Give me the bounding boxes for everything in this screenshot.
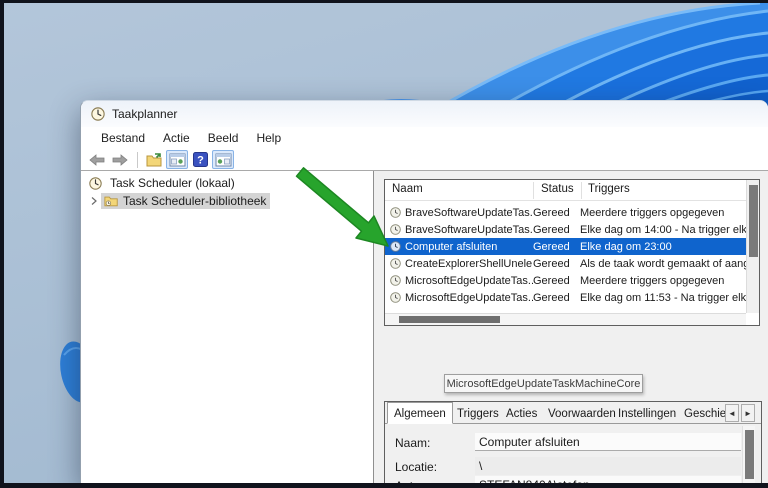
tab-scroll-right-button[interactable]: ► (741, 404, 755, 422)
window-title: Taakplanner (112, 107, 177, 121)
tab-triggers[interactable]: Triggers (451, 405, 505, 424)
back-button[interactable] (86, 150, 108, 169)
menu-beeld[interactable]: Beeld (199, 128, 248, 148)
action-pane-window-icon (215, 153, 232, 167)
toolbar: ? (81, 149, 768, 171)
clock-icon (390, 224, 401, 235)
tab-scroll-left-button[interactable]: ◄ (725, 404, 739, 422)
scrollbar-thumb[interactable] (745, 430, 754, 479)
naam-label: Naam: (395, 436, 430, 450)
column-separator[interactable] (581, 182, 582, 199)
tree-item-label: Task Scheduler-bibliotheek (123, 194, 266, 208)
menu-help[interactable]: Help (247, 128, 290, 148)
task-list-vertical-scrollbar[interactable] (746, 180, 759, 313)
clock-icon (390, 292, 401, 303)
clock-icon (390, 207, 401, 218)
clock-icon (390, 275, 401, 286)
console-content: Task Scheduler (lokaal) Task (81, 171, 768, 483)
menu-actie[interactable]: Actie (154, 128, 199, 148)
column-header-naam[interactable]: Naam (392, 183, 423, 195)
scrollbar-thumb[interactable] (399, 316, 500, 323)
task-row[interactable]: MicrosoftEdgeUpdateTas... Gereed Meerder… (385, 272, 746, 289)
export-button[interactable] (143, 150, 165, 169)
task-row[interactable]: BraveSoftwareUpdateTas... Gereed Meerder… (385, 204, 746, 221)
tab-instellingen[interactable]: Instellingen (612, 405, 682, 424)
show-action-pane-button[interactable] (212, 150, 234, 169)
console-tree-pane: Task Scheduler (lokaal) Task (81, 171, 374, 483)
tree-item-label: Task Scheduler (lokaal) (107, 176, 238, 190)
tree-item-task-scheduler-local[interactable]: Task Scheduler (lokaal) (81, 174, 373, 192)
task-row[interactable]: BraveSoftwareUpdateTas... Gereed Elke da… (385, 221, 746, 238)
forward-button[interactable] (109, 150, 131, 169)
column-header-status[interactable]: Status (541, 183, 574, 195)
folder-clock-icon (104, 195, 119, 207)
title-bar[interactable]: Taakplanner (81, 101, 768, 127)
task-row-selected[interactable]: Computer afsluiten Gereed Elke dag om 23… (385, 238, 746, 255)
tooltip-text: MicrosoftEdgeUpdateTaskMachineCore (447, 378, 641, 390)
folder-export-icon (146, 153, 163, 167)
auteur-label: Auteur: (395, 479, 434, 483)
tree-selected-highlight: Task Scheduler-bibliotheek (101, 193, 270, 209)
back-arrow-icon (89, 154, 105, 166)
menu-bestand[interactable]: Bestand (92, 128, 154, 148)
task-list-pane: Naam Status Triggers BraveSoftwareUpdate… (384, 179, 760, 326)
locatie-value-field[interactable]: \ (475, 457, 741, 475)
clock-icon (390, 258, 401, 269)
task-scheduler-app-icon (91, 107, 105, 121)
task-row[interactable]: CreateExplorerShellUnele... Gereed Als d… (385, 255, 746, 272)
tree-item-library[interactable]: Task Scheduler-bibliotheek (81, 192, 373, 210)
column-separator[interactable] (533, 182, 534, 199)
clock-icon (89, 177, 102, 190)
console-window-icon (169, 153, 186, 167)
details-vertical-scrollbar[interactable] (742, 426, 755, 483)
tooltip: MicrosoftEdgeUpdateTaskMachineCore (444, 374, 643, 393)
help-icon: ? (193, 152, 208, 167)
desktop-wallpaper: Taakplanner Bestand Actie Beeld Help (4, 3, 768, 483)
task-details-pane: Algemeen Triggers Acties Voorwaarden Ins… (384, 401, 762, 483)
naam-value-field[interactable]: Computer afsluiten (475, 433, 741, 451)
tab-algemeen[interactable]: Algemeen (387, 402, 453, 424)
svg-text:?: ? (197, 155, 204, 167)
task-row[interactable]: MicrosoftEdgeUpdateTas... Gereed Elke da… (385, 289, 746, 306)
details-tab-strip: Algemeen Triggers Acties Voorwaarden Ins… (385, 402, 761, 424)
task-list-horizontal-scrollbar[interactable] (385, 313, 746, 325)
toolbar-separator (137, 152, 138, 168)
forward-arrow-icon (112, 154, 128, 166)
auteur-value-field[interactable]: STEFAN840A\stefan (475, 476, 741, 483)
scrollbar-thumb[interactable] (749, 185, 758, 257)
task-scheduler-window: Taakplanner Bestand Actie Beeld Help (80, 100, 768, 483)
chevron-right-icon[interactable] (90, 197, 98, 205)
task-list-header: Naam Status Triggers (385, 180, 746, 201)
column-header-triggers[interactable]: Triggers (588, 183, 630, 195)
menu-bar: Bestand Actie Beeld Help (81, 127, 768, 149)
screenshot-frame: Taakplanner Bestand Actie Beeld Help (0, 0, 768, 488)
tab-acties[interactable]: Acties (500, 405, 543, 424)
show-console-tree-button[interactable] (166, 150, 188, 169)
help-button[interactable]: ? (189, 150, 211, 169)
clock-icon (390, 241, 401, 252)
locatie-label: Locatie: (395, 460, 437, 474)
tab-voorwaarden[interactable]: Voorwaarden (542, 405, 622, 424)
